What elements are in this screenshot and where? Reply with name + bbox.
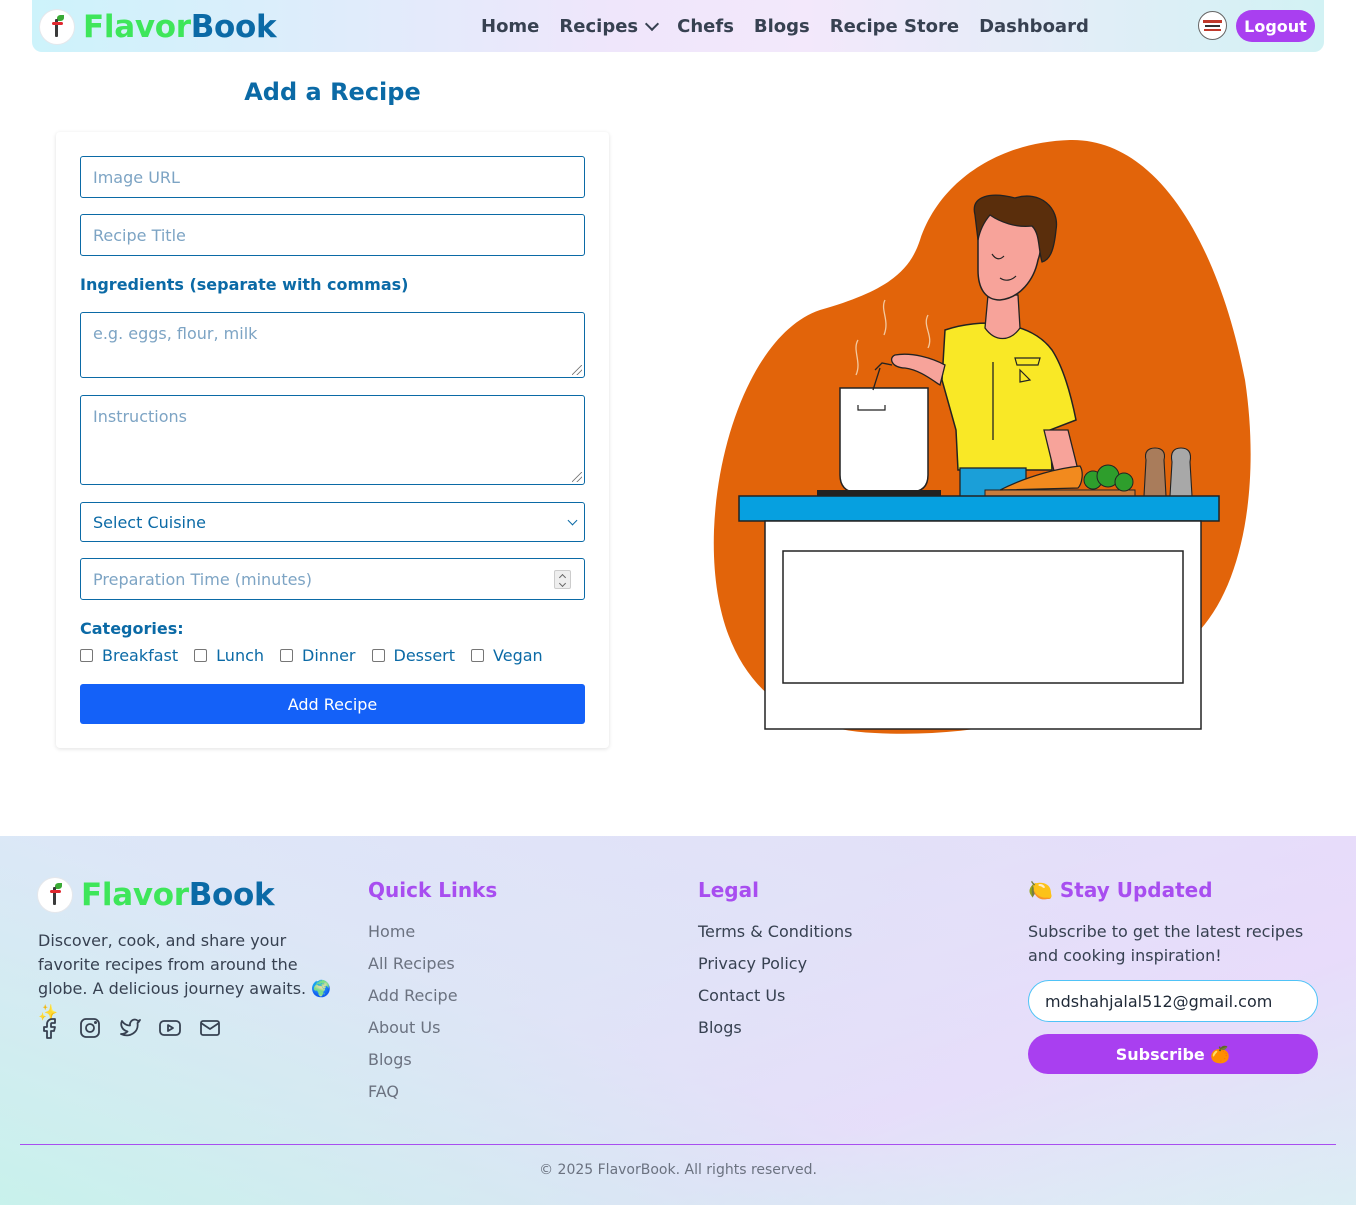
chevron-down-icon bbox=[645, 16, 660, 31]
checkbox[interactable] bbox=[371, 649, 385, 662]
footer: FlavorBook Discover, cook, and share you… bbox=[0, 836, 1356, 1205]
stay-updated-description: Subscribe to get the latest recipes and … bbox=[1028, 922, 1304, 965]
category-label: Vegan bbox=[493, 646, 543, 665]
footer-link-contact[interactable]: Contact Us bbox=[698, 984, 852, 1016]
add-recipe-form: Image URL Recipe Title Ingredients (sepa… bbox=[56, 132, 609, 748]
legal-title: Legal bbox=[698, 878, 759, 902]
category-dinner[interactable]: Dinner bbox=[280, 646, 356, 665]
nav-link-blogs[interactable]: Blogs bbox=[754, 16, 810, 37]
ingredients-placeholder: e.g. eggs, flour, milk bbox=[93, 324, 258, 343]
brand-name: FlavorBook bbox=[83, 9, 277, 45]
nav-link-recipe-store[interactable]: Recipe Store bbox=[830, 16, 959, 37]
number-spinner-icon[interactable] bbox=[554, 570, 571, 589]
twitter-icon[interactable] bbox=[118, 1016, 142, 1040]
brand-name-part2: Book bbox=[188, 877, 275, 913]
category-label: Breakfast bbox=[102, 646, 179, 665]
nav-link-recipes[interactable]: Recipes bbox=[559, 15, 660, 37]
cuisine-select[interactable]: Select Cuisine bbox=[80, 502, 585, 542]
mail-icon[interactable] bbox=[198, 1016, 222, 1040]
resize-handle-icon[interactable] bbox=[572, 365, 582, 375]
newsletter-email-input[interactable]: mdshahjalal512@gmail.com bbox=[1028, 980, 1318, 1022]
checkbox[interactable] bbox=[194, 649, 208, 662]
cuisine-select-value: Select Cuisine bbox=[93, 512, 206, 532]
category-label: Dessert bbox=[393, 646, 456, 665]
recipe-title-input[interactable]: Recipe Title bbox=[80, 214, 585, 256]
footer-link-privacy[interactable]: Privacy Policy bbox=[698, 952, 852, 984]
checkbox[interactable] bbox=[280, 649, 294, 662]
footer-brand-name: FlavorBook bbox=[81, 877, 275, 913]
youtube-icon[interactable] bbox=[158, 1016, 182, 1040]
nav-link-dashboard[interactable]: Dashboard bbox=[979, 16, 1089, 37]
footer-link-about-us[interactable]: About Us bbox=[368, 1016, 458, 1048]
brand-name-part1: Flavor bbox=[81, 877, 189, 913]
footer-link-terms[interactable]: Terms & Conditions bbox=[698, 920, 852, 952]
navbar: FlavorBook Home Recipes Chefs Blogs Reci… bbox=[32, 0, 1324, 52]
social-links bbox=[38, 1016, 222, 1040]
ingredients-label: Ingredients (separate with commas) bbox=[80, 275, 409, 294]
categories-label: Categories: bbox=[80, 619, 184, 638]
quick-links-list: Home All Recipes Add Recipe About Us Blo… bbox=[368, 920, 458, 1112]
kitchen-counter-top bbox=[738, 495, 1220, 522]
brand-name-part2: Book bbox=[190, 9, 277, 45]
nav-link-home[interactable]: Home bbox=[481, 16, 539, 37]
quick-links-title: Quick Links bbox=[368, 878, 498, 902]
cooking-pot bbox=[839, 387, 929, 493]
stay-updated-title: 🍋 Stay Updated bbox=[1028, 878, 1213, 902]
instructions-placeholder: Instructions bbox=[93, 407, 187, 426]
footer-link-add-recipe[interactable]: Add Recipe bbox=[368, 984, 458, 1016]
chef-cooking-illustration bbox=[713, 139, 1251, 734]
categories-checkbox-group: Breakfast Lunch Dinner Dessert Vegan bbox=[80, 646, 559, 665]
checkbox[interactable] bbox=[471, 649, 485, 662]
footer-link-home[interactable]: Home bbox=[368, 920, 458, 952]
subscribe-button[interactable]: Subscribe 🍊 bbox=[1028, 1034, 1318, 1074]
instructions-textarea[interactable]: Instructions bbox=[80, 395, 585, 485]
nav-link-chefs[interactable]: Chefs bbox=[677, 16, 734, 37]
page-title: Add a Recipe bbox=[244, 78, 421, 106]
footer-link-faq[interactable]: FAQ bbox=[368, 1080, 458, 1112]
instagram-icon[interactable] bbox=[78, 1016, 102, 1040]
brand-logo-icon bbox=[38, 878, 72, 912]
category-label: Lunch bbox=[216, 646, 265, 665]
image-url-input[interactable]: Image URL bbox=[80, 156, 585, 198]
footer-link-blogs[interactable]: Blogs bbox=[368, 1048, 458, 1080]
legal-links-list: Terms & Conditions Privacy Policy Contac… bbox=[698, 920, 852, 1048]
brand-name-part1: Flavor bbox=[83, 9, 191, 45]
ingredients-textarea[interactable]: e.g. eggs, flour, milk bbox=[80, 312, 585, 378]
footer-brand[interactable]: FlavorBook bbox=[38, 877, 275, 913]
nav-links: Home Recipes Chefs Blogs Recipe Store Da… bbox=[481, 0, 1109, 52]
footer-link-all-recipes[interactable]: All Recipes bbox=[368, 952, 458, 984]
footer-description: Discover, cook, and share your favorite … bbox=[38, 931, 332, 1022]
category-dessert[interactable]: Dessert bbox=[371, 646, 456, 665]
prep-time-input[interactable]: Preparation Time (minutes) bbox=[80, 558, 585, 600]
footer-link-legal-blogs[interactable]: Blogs bbox=[698, 1016, 852, 1048]
nav-link-recipes-label: Recipes bbox=[559, 15, 639, 37]
category-vegan[interactable]: Vegan bbox=[471, 646, 543, 665]
chevron-down-icon bbox=[567, 515, 578, 526]
facebook-icon[interactable] bbox=[38, 1016, 62, 1040]
user-avatar[interactable] bbox=[1198, 11, 1227, 40]
category-lunch[interactable]: Lunch bbox=[194, 646, 264, 665]
brand[interactable]: FlavorBook bbox=[40, 9, 277, 45]
checkbox[interactable] bbox=[80, 649, 93, 662]
category-label: Dinner bbox=[302, 646, 356, 665]
footer-divider bbox=[20, 1144, 1336, 1145]
logout-button[interactable]: Logout bbox=[1236, 10, 1315, 42]
prep-time-placeholder: Preparation Time (minutes) bbox=[93, 569, 313, 589]
brand-logo-icon bbox=[40, 10, 74, 44]
category-breakfast[interactable]: Breakfast bbox=[80, 646, 178, 665]
copyright-text: © 2025 FlavorBook. All rights reserved. bbox=[539, 1162, 817, 1178]
resize-handle-icon[interactable] bbox=[572, 472, 582, 482]
add-recipe-button[interactable]: Add Recipe bbox=[80, 684, 585, 724]
